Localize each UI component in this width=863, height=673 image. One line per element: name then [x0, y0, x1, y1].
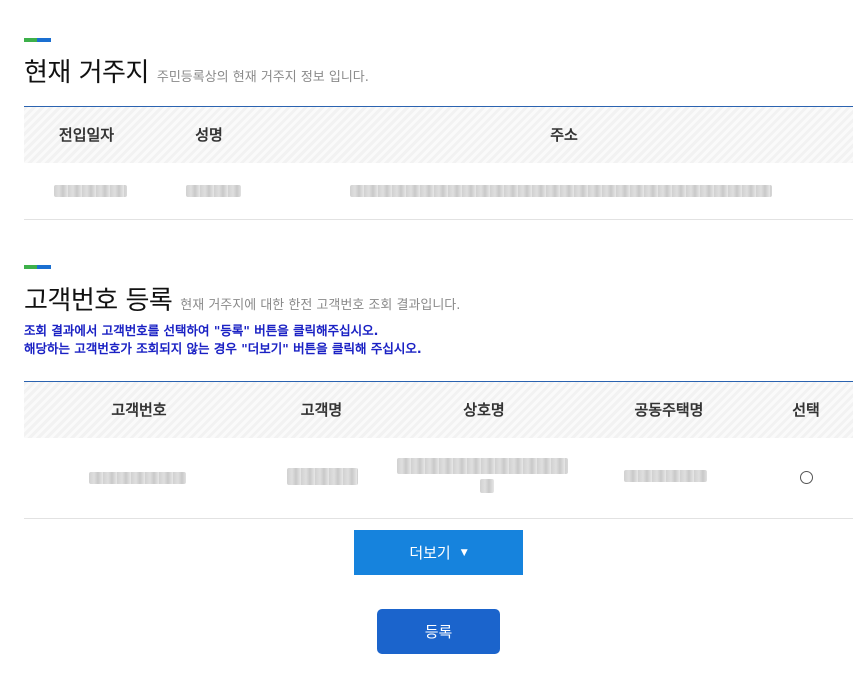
register-button[interactable]: 등록 — [377, 609, 500, 654]
notice-text: 조회 결과에서 고객번호를 선택하여 "등록" 버튼을 클릭해주십시오. 해당하… — [24, 322, 422, 358]
redacted-business-name-line2 — [480, 479, 494, 493]
redacted-customer-number — [89, 472, 186, 484]
select-radio[interactable] — [800, 471, 813, 484]
customer-table-row[interactable] — [24, 438, 853, 519]
more-button[interactable]: 더보기 ▼ — [354, 530, 523, 575]
col-name: 성명 — [195, 126, 223, 144]
redacted-name — [186, 185, 241, 197]
redacted-customer-name — [287, 468, 358, 485]
residence-subtitle: 주민등록상의 현재 거주지 정보 입니다. — [156, 70, 369, 85]
customer-table-header: 고객번호 고객명 상호명 공동주택명 선택 — [24, 382, 853, 438]
register-button-label: 등록 — [424, 623, 453, 641]
col-select: 선택 — [792, 401, 820, 419]
customer-table: 고객번호 고객명 상호명 공동주택명 선택 — [24, 381, 853, 519]
redacted-move-in-date — [54, 185, 127, 197]
col-customer-name: 고객명 — [300, 401, 343, 419]
customer-subtitle: 현재 거주지에 대한 한전 고객번호 조회 결과입니다. — [180, 298, 461, 313]
caret-down-icon: ▼ — [460, 547, 468, 558]
col-business-name: 상호명 — [463, 401, 505, 419]
redacted-address — [350, 185, 772, 197]
redacted-apartment-name — [624, 470, 707, 482]
col-move-in-date: 전입일자 — [58, 126, 115, 144]
residence-table-header: 전입일자 성명 주소 — [24, 107, 853, 163]
residence-table: 전입일자 성명 주소 — [24, 106, 853, 220]
notice-line-2: 해당하는 고객번호가 조회되지 않는 경우 "더보기" 버튼을 클릭해 주십시오… — [24, 341, 422, 356]
notice-line-1: 조회 결과에서 고객번호를 선택하여 "등록" 버튼을 클릭해주십시오. — [24, 323, 379, 338]
residence-title: 현재 거주지 — [24, 58, 149, 88]
customer-title: 고객번호 등록 — [24, 286, 173, 316]
col-customer-number: 고객번호 — [111, 401, 167, 419]
customer-heading: 고객번호 등록 현재 거주지에 대한 한전 고객번호 조회 결과입니다. — [24, 280, 460, 317]
col-apartment-name: 공동주택명 — [634, 401, 704, 419]
redacted-business-name-line1 — [397, 458, 568, 474]
more-button-label: 더보기 — [409, 544, 451, 562]
residence-table-row — [24, 163, 853, 220]
section-mark-residence — [24, 38, 51, 42]
residence-heading: 현재 거주지 주민등록상의 현재 거주지 정보 입니다. — [24, 52, 369, 89]
section-mark-customer — [24, 265, 51, 269]
col-address: 주소 — [550, 126, 578, 144]
